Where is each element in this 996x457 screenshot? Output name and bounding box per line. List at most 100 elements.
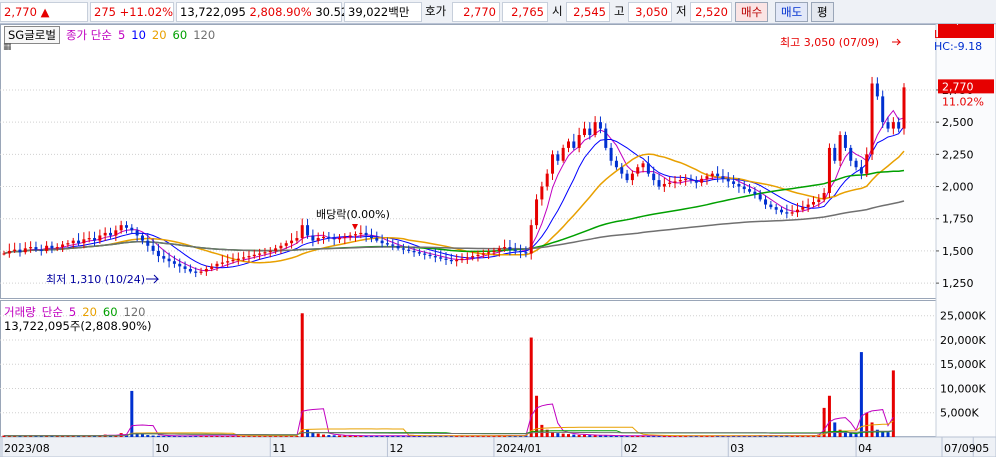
- candle-body: [758, 194, 762, 200]
- candle-body: [875, 83, 879, 97]
- volume-bar: [582, 434, 586, 437]
- candle-body: [806, 204, 810, 208]
- trade-amount: 39,022백만: [348, 5, 410, 19]
- candle-body: [71, 240, 75, 244]
- candle-body: [385, 243, 389, 245]
- stock-name[interactable]: SG글로벌: [4, 26, 60, 44]
- candle-body: [865, 154, 869, 174]
- current-volume-pct-label: 2808.90%: [942, 24, 996, 27]
- candle-body: [577, 135, 581, 148]
- candle-body: [662, 183, 666, 187]
- low-annotation: 최저 1,310 (10/24): [46, 273, 145, 286]
- candle-body: [2, 253, 6, 255]
- candle-body: [870, 83, 874, 155]
- candle-body: [524, 252, 528, 254]
- candle-body: [678, 180, 682, 182]
- candle-body: [497, 248, 501, 251]
- open-label: 시: [552, 4, 563, 18]
- candle-body: [359, 232, 363, 235]
- candle-body: [780, 209, 784, 213]
- candle-body: [236, 258, 240, 260]
- volume-bar: [529, 337, 533, 437]
- candle-body: [252, 254, 256, 257]
- candle-body: [290, 240, 294, 244]
- candle-body: [66, 243, 70, 245]
- candle-body: [529, 225, 533, 254]
- candle-body: [23, 248, 27, 253]
- candle-body: [109, 232, 113, 236]
- high-price: 3,050: [628, 2, 672, 22]
- candle-body: [593, 122, 597, 136]
- volume-tick-label: 25,000K: [940, 310, 986, 323]
- ma-60-label: 60: [172, 28, 188, 42]
- candle-body: [545, 173, 549, 187]
- volume-bar: [156, 435, 160, 437]
- sell-button[interactable]: 매도: [775, 2, 809, 22]
- candle-body: [551, 154, 555, 174]
- candle-body: [561, 147, 565, 161]
- candle-body: [838, 135, 842, 161]
- candle-body: [753, 191, 757, 195]
- candle-body: [172, 261, 176, 264]
- candle-body: [817, 199, 821, 202]
- candle-body: [353, 234, 357, 236]
- eval-button[interactable]: 평: [811, 2, 834, 22]
- candle-body: [29, 247, 33, 249]
- candle-body: [407, 249, 411, 251]
- candle-body: [332, 238, 336, 240]
- candle-body: [849, 147, 853, 161]
- candle-body: [130, 227, 134, 231]
- candle-body: [604, 128, 608, 148]
- candle-body: [588, 128, 592, 136]
- candle-body: [881, 96, 885, 123]
- volume-bar: [561, 433, 565, 437]
- candle-body: [45, 245, 49, 251]
- hoga-label: 호가: [425, 4, 447, 18]
- candle-body: [226, 261, 230, 263]
- candle-body: [369, 235, 373, 239]
- candle-body: [156, 250, 160, 257]
- candle-body: [795, 209, 799, 213]
- open-price: 2,545: [566, 2, 610, 22]
- date-label: 04: [858, 442, 872, 455]
- candle-body: [705, 176, 709, 179]
- high-label: 고: [614, 4, 625, 18]
- low-label: 저: [676, 4, 687, 18]
- volume-bar: [332, 435, 336, 437]
- volume-bar: [348, 435, 352, 437]
- ma-10-label: 10: [131, 28, 146, 42]
- candle-body: [833, 147, 837, 161]
- candle-body: [7, 250, 11, 254]
- candle-body: [444, 258, 448, 260]
- ask-price: 2,770: [452, 2, 500, 22]
- volume-bar: [556, 433, 560, 437]
- stock-chart[interactable]: 2,7502,5002,2502,0001,7501,5001,25025,00…: [0, 24, 996, 457]
- price-tick-label: 2,250: [942, 148, 974, 161]
- chart-area[interactable]: 2,7502,5002,2502,0001,7501,5001,25025,00…: [0, 24, 996, 457]
- date-label: 03: [730, 442, 744, 455]
- candle-body: [636, 167, 640, 174]
- volume-bar: [338, 435, 342, 437]
- candle-body: [167, 258, 171, 262]
- vol-ma-60-label: 60: [102, 305, 118, 319]
- candle-body: [417, 252, 421, 254]
- volume-text: 13,722,095주(2,808.90%): [4, 319, 152, 333]
- candle-body: [492, 250, 496, 253]
- candle-body: [220, 262, 224, 264]
- candle-body: [449, 259, 453, 262]
- volume-bar: [588, 435, 592, 437]
- date-label: 10: [155, 442, 169, 455]
- candle-body: [540, 186, 544, 200]
- grid-icon[interactable]: ▦: [3, 42, 12, 52]
- volume-bar: [566, 434, 570, 437]
- candle-body: [114, 230, 118, 236]
- candle-body: [391, 244, 395, 246]
- candle-body: [657, 180, 661, 187]
- candle-body: [274, 248, 278, 251]
- candle-body: [572, 141, 576, 148]
- candle-body: [582, 128, 586, 136]
- volume-tick-label: 20,000K: [940, 334, 986, 347]
- candle-body: [103, 232, 107, 236]
- buy-button[interactable]: 매수: [735, 2, 769, 22]
- candle-body: [13, 249, 17, 251]
